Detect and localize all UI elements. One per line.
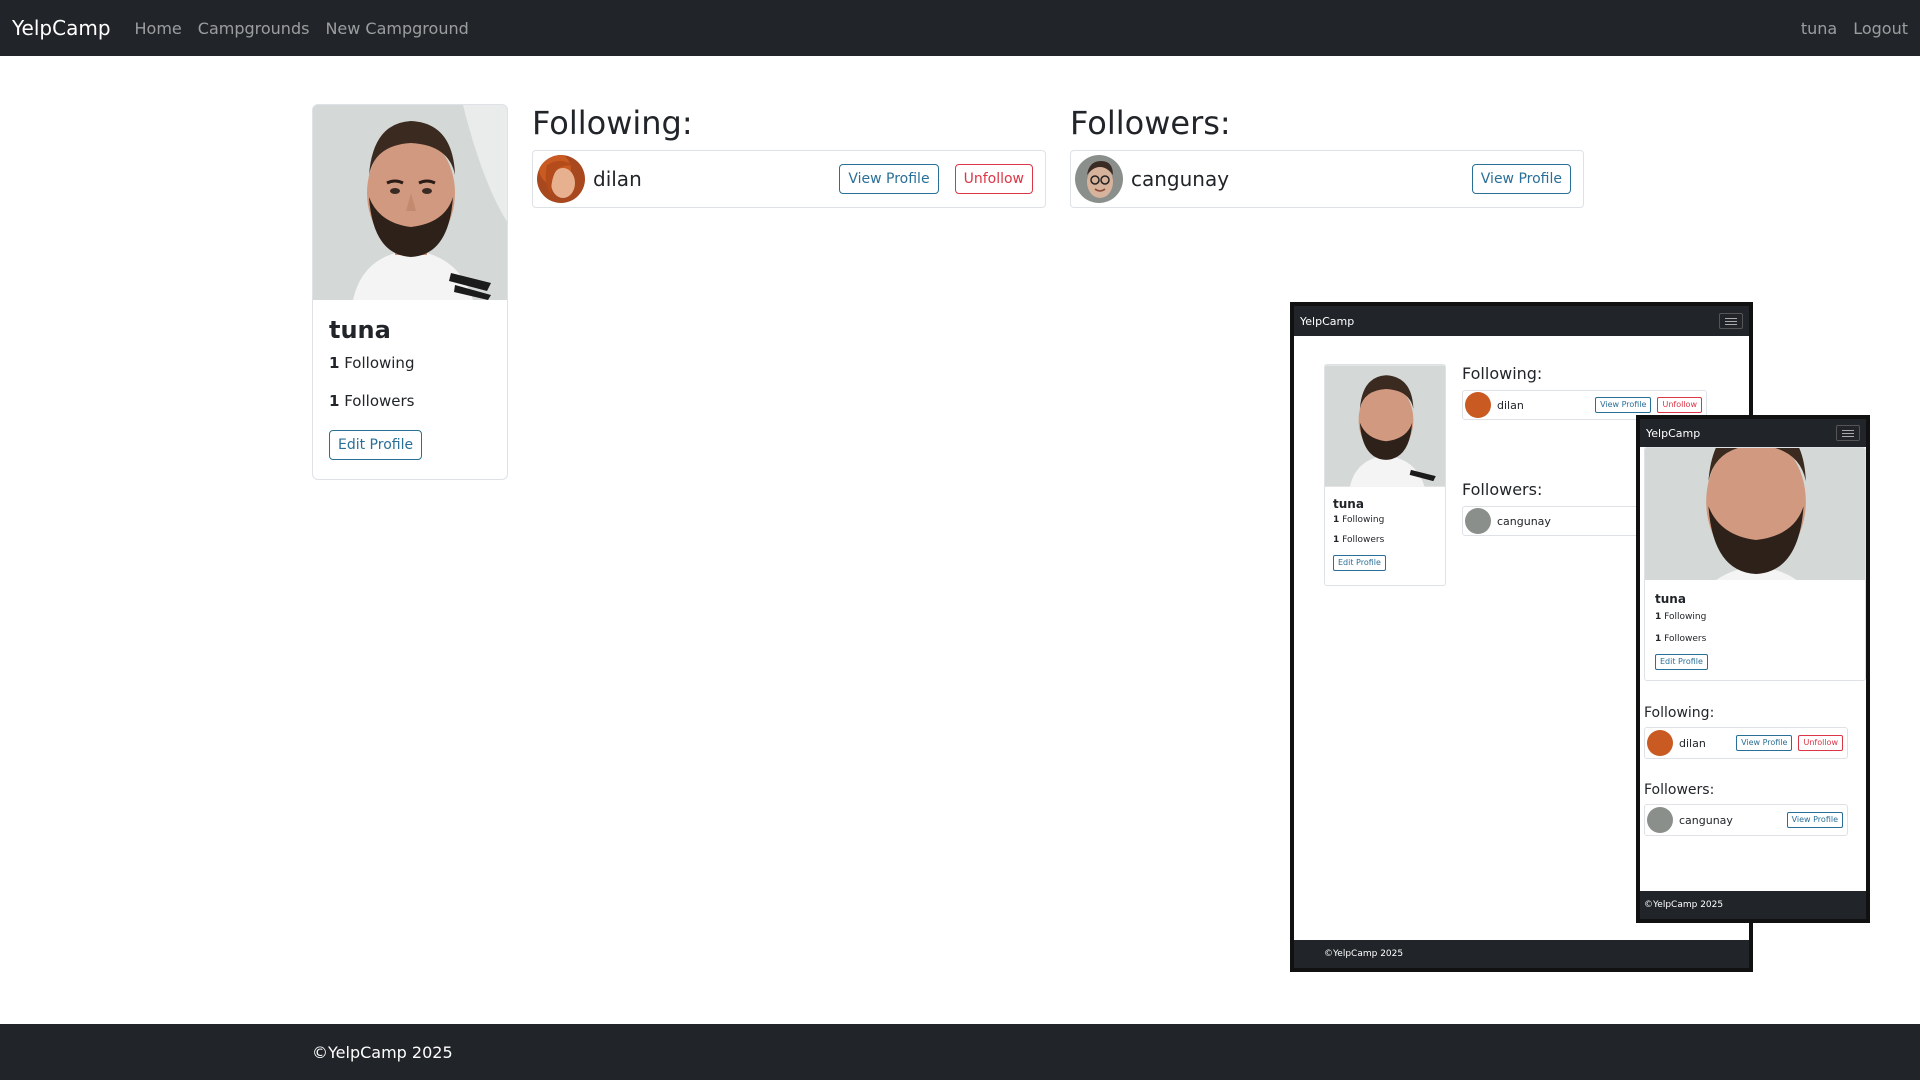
mini-following-name: dilan [1497, 398, 1524, 412]
hamburger-menu-icon [1719, 313, 1743, 329]
profile-card-body: tuna 1 Following 1 Followers Edit Profil… [313, 300, 507, 476]
mini-navbar: YelpCamp [1294, 306, 1749, 336]
phone-view-profile-button: View Profile [1736, 735, 1793, 751]
mini-following-title: Following: [1462, 364, 1543, 383]
phone-follower-view-profile-button: View Profile [1786, 812, 1843, 828]
followers-count: 1 [329, 392, 340, 410]
profile-photo [313, 105, 507, 300]
nav-user-area: tuna Logout [1785, 19, 1908, 38]
mini-dilan-avatar [1465, 392, 1491, 418]
mini-unfollow-button: Unfollow [1657, 397, 1702, 413]
following-stat: 1 Following [329, 354, 491, 372]
mini-footer: ©YelpCamp 2025 [1294, 940, 1749, 968]
profile-photo-image [313, 105, 507, 300]
unfollow-button[interactable]: Unfollow [954, 164, 1033, 194]
mini-following-stat: 1 Following [1333, 515, 1385, 525]
mini-profile-photo [1325, 365, 1445, 487]
phone-followers-stat: 1 Followers [1655, 634, 1707, 644]
phone-hamburger-menu-icon [1836, 425, 1860, 441]
mini-cangunay-avatar [1465, 508, 1491, 534]
mini-followers-title: Followers: [1462, 480, 1543, 499]
phone-footer: ©YelpCamp 2025 [1640, 891, 1866, 919]
dilan-avatar-image [537, 155, 585, 203]
phone-brand: YelpCamp [1646, 426, 1701, 440]
brand-link[interactable]: YelpCamp [12, 16, 111, 40]
phone-profile-name: tuna [1655, 592, 1686, 606]
page-footer: ©YelpCamp 2025 [0, 1024, 1920, 1080]
cangunay-avatar-image [1075, 155, 1123, 203]
edit-profile-button[interactable]: Edit Profile [329, 430, 423, 460]
phone-followers-title: Followers: [1644, 782, 1715, 798]
nav-home-link[interactable]: Home [135, 19, 182, 38]
mini-edit-profile-button: Edit Profile [1333, 555, 1386, 571]
phone-following-title: Following: [1644, 705, 1715, 721]
phone-following-name: dilan [1679, 736, 1706, 750]
mini-view-profile-button: View Profile [1595, 397, 1652, 413]
phone-unfollow-button: Unfollow [1798, 735, 1843, 751]
follower-view-profile-button[interactable]: View Profile [1471, 164, 1571, 194]
profile-name: tuna [329, 316, 391, 344]
phone-profile-photo [1645, 448, 1865, 623]
following-name[interactable]: dilan [593, 167, 642, 191]
phone-following-stat: 1 Following [1655, 612, 1707, 622]
cangunay-avatar [1075, 155, 1123, 203]
dilan-avatar [537, 155, 585, 203]
phone-following-item: dilan View Profile Unfollow [1644, 727, 1848, 759]
phone-cangunay-avatar [1647, 807, 1673, 833]
mini-brand: YelpCamp [1300, 314, 1355, 328]
following-view-profile-button[interactable]: View Profile [839, 164, 939, 194]
follower-name[interactable]: cangunay [1131, 167, 1229, 191]
mini-followers-stat: 1 Followers [1333, 535, 1385, 545]
following-list-item: dilan View Profile Unfollow [532, 150, 1046, 208]
followers-title: Followers: [1070, 104, 1231, 142]
phone-dilan-avatar [1647, 730, 1673, 756]
follower-list-item: cangunay View Profile [1070, 150, 1584, 208]
nav-logout-link[interactable]: Logout [1853, 19, 1908, 38]
nav-new-campground-link[interactable]: New Campground [325, 19, 468, 38]
phone-preview-screenshot: YelpCamp tuna 1 Following 1 Followers Ed… [1636, 415, 1870, 923]
mini-profile-card: tuna 1 Following 1 Followers Edit Profil… [1324, 364, 1446, 586]
phone-navbar: YelpCamp [1640, 419, 1866, 447]
mini-profile-name: tuna [1333, 497, 1364, 511]
followers-label: Followers [344, 392, 415, 410]
nav-username-link[interactable]: tuna [1801, 19, 1837, 38]
followers-stat: 1 Followers [329, 392, 491, 410]
phone-profile-card: tuna 1 Following 1 Followers Edit Profil… [1644, 447, 1866, 681]
footer-copyright: ©YelpCamp 2025 [312, 1042, 453, 1062]
profile-card: tuna 1 Following 1 Followers Edit Profil… [312, 104, 508, 480]
following-label: Following [344, 354, 415, 372]
phone-edit-profile-button: Edit Profile [1655, 654, 1708, 670]
nav-campgrounds-link[interactable]: Campgrounds [198, 19, 310, 38]
top-navbar: YelpCamp Home Campgrounds New Campground… [0, 0, 1920, 56]
phone-follower-item: cangunay View Profile [1644, 804, 1848, 836]
phone-follower-name: cangunay [1679, 813, 1733, 827]
following-count: 1 [329, 354, 340, 372]
following-title: Following: [532, 104, 693, 142]
mini-follower-name: cangunay [1497, 514, 1551, 528]
